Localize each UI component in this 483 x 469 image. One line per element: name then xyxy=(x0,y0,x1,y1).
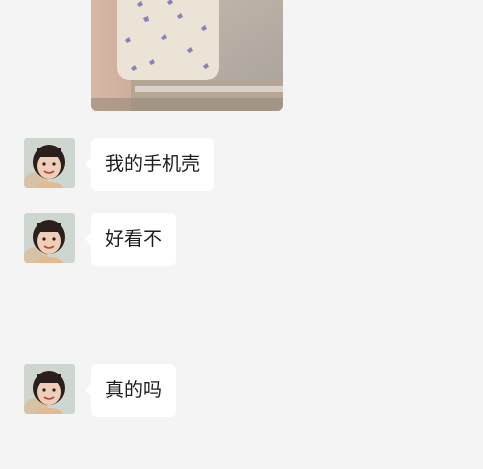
phone-case-photo-image xyxy=(91,0,283,111)
avatar[interactable] xyxy=(24,364,75,414)
phone-case-photo-message[interactable] xyxy=(91,0,283,111)
message-bubble[interactable]: 好看不 xyxy=(84,213,177,266)
avatar[interactable] xyxy=(24,138,75,188)
avatar-image xyxy=(24,138,75,188)
avatar-image xyxy=(24,213,75,263)
message-bubble[interactable]: 真的吗 xyxy=(84,364,177,417)
avatar[interactable] xyxy=(24,213,75,263)
avatar-image xyxy=(24,364,75,414)
message-bubble[interactable]: 我的手机壳 xyxy=(84,138,215,191)
